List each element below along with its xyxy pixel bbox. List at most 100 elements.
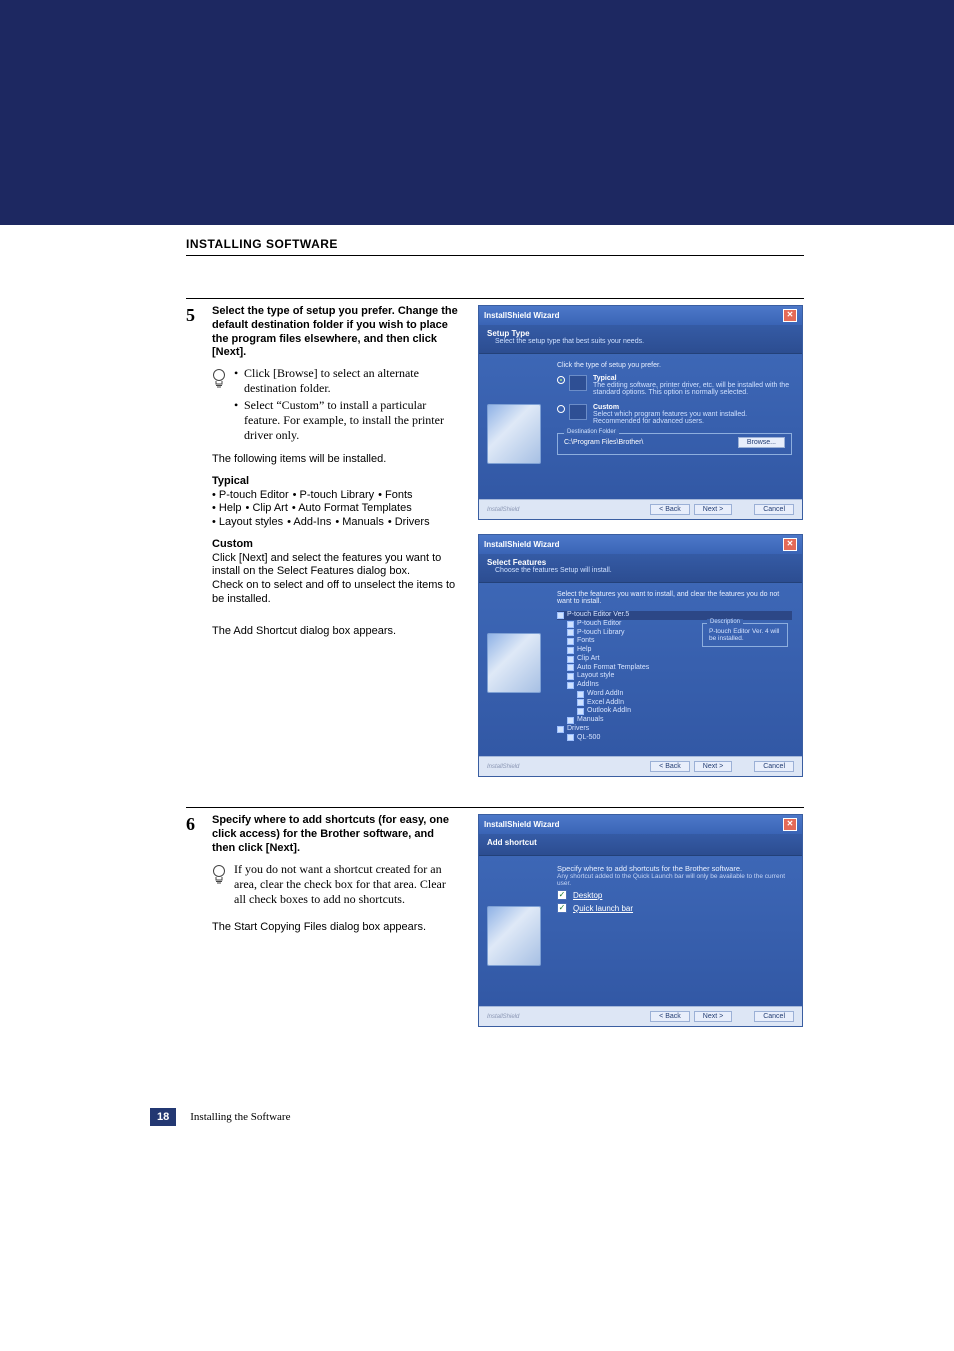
tip-line: Click [Browse] to select an alternate de… [244, 366, 460, 396]
feature-item: • Add-Ins [287, 516, 331, 530]
tree-node[interactable]: Drivers [557, 725, 792, 734]
next-button[interactable]: Next > [694, 1011, 732, 1022]
prompt-main: Specify where to add shortcuts for the B… [557, 864, 742, 873]
wizard-header-title: Setup Type [487, 329, 794, 338]
description-box: Description P-touch Editor Ver. 4 will b… [702, 623, 788, 647]
wizard-prompt: Click the type of setup you prefer. [557, 362, 792, 369]
step-body: Select the type of setup you prefer. Cha… [212, 305, 460, 777]
option-desc: The editing software, printer driver, et… [593, 382, 789, 396]
tree-node-label: Help [577, 646, 591, 655]
tree-node[interactable]: Excel AddIn [557, 699, 792, 708]
tree-node[interactable]: Clip Art [557, 655, 792, 664]
checkbox-label: Desktop [573, 891, 602, 900]
wizard-header-title: Add shortcut [487, 838, 794, 847]
cancel-button[interactable]: Cancel [754, 761, 794, 772]
wizard-side-graphic [487, 633, 541, 693]
setup-option-custom[interactable]: CustomSelect which program features you … [557, 404, 792, 425]
cancel-button[interactable]: Cancel [754, 504, 794, 515]
checkbox-on-icon: ✓ [557, 903, 567, 913]
checkbox-icon [557, 726, 564, 733]
close-icon[interactable]: ✕ [783, 818, 797, 831]
body-paragraph: The Add Shortcut dialog box appears. [212, 625, 460, 639]
titlebar: InstallShield Wizard ✕ [479, 306, 802, 325]
feature-item: • P-touch Library [293, 489, 375, 503]
checkbox-icon [567, 664, 574, 671]
checkbox-icon [567, 647, 574, 654]
feature-item: • Drivers [388, 516, 430, 530]
tree-node[interactable]: Auto Format Templates [557, 664, 792, 673]
setup-option-typical[interactable]: TypicalThe editing software, printer dri… [557, 375, 792, 396]
cancel-button[interactable]: Cancel [754, 1011, 794, 1022]
step-5: 5 Select the type of setup you prefer. C… [186, 298, 804, 777]
tip-block: •Click [Browse] to select an alternate d… [212, 366, 460, 445]
step-6: 6 Specify where to add shortcuts (for ea… [186, 807, 804, 1027]
option-title: Custom [593, 404, 619, 411]
tree-node-label: AddIns [577, 681, 599, 690]
checkbox-icon [577, 708, 584, 715]
brand-label: InstallShield [487, 507, 519, 513]
option-graphic-icon [569, 375, 587, 391]
step-body: Specify where to add shortcuts (for easy… [212, 814, 460, 1027]
checkbox-icon [567, 638, 574, 645]
brand-label: InstallShield [487, 1014, 519, 1020]
close-icon[interactable]: ✕ [783, 538, 797, 551]
tree-node-label: Drivers [567, 725, 589, 734]
wizard-header: Setup Type Select the setup type that be… [479, 325, 802, 354]
tree-node-label: Manuals [577, 716, 603, 725]
wizard-body: Select the features you want to install,… [479, 583, 802, 756]
tip-block: If you do not want a shortcut created fo… [212, 862, 460, 907]
tree-node[interactable]: Outlook AddIn [557, 707, 792, 716]
step-heading: Specify where to add shortcuts (for easy… [212, 814, 460, 855]
checkbox-label: Quick launch bar [573, 904, 633, 913]
feature-item: • Auto Format Templates [292, 502, 412, 516]
lightbulb-icon [212, 862, 234, 885]
next-button[interactable]: Next > [694, 761, 732, 772]
shortcut-option-desktop[interactable]: ✓ Desktop [557, 890, 792, 900]
radio-off-icon [557, 405, 565, 413]
tree-node-label: Word AddIn [587, 690, 623, 699]
checkbox-icon [577, 699, 584, 706]
feature-item: • Manuals [335, 516, 384, 530]
checkbox-icon [567, 656, 574, 663]
feature-line: • Help• Clip Art• Auto Format Templates [212, 502, 460, 516]
wizard-header-title: Select Features [487, 558, 794, 567]
tree-node[interactable]: P-touch Editor Ver.5 [557, 611, 792, 620]
wizard-footer: InstallShield < Back Next > Cancel [479, 499, 802, 519]
checkbox-icon [567, 673, 574, 680]
tree-node[interactable]: QL-500 [557, 734, 792, 743]
back-button[interactable]: < Back [650, 1011, 690, 1022]
tree-node-label: Clip Art [577, 655, 600, 664]
wizard-select-features: InstallShield Wizard ✕ Select Features C… [478, 534, 803, 777]
tree-node-label: Outlook AddIn [587, 707, 631, 716]
titlebar: InstallShield Wizard ✕ [479, 815, 802, 834]
checkbox-icon [567, 734, 574, 741]
feature-item: • Layout styles [212, 516, 283, 530]
tree-node[interactable]: Manuals [557, 716, 792, 725]
option-graphic-icon [569, 404, 587, 420]
wizard-add-shortcut: InstallShield Wizard ✕ Add shortcut Spec… [478, 814, 803, 1027]
window-title: InstallShield Wizard [484, 540, 560, 549]
wizard-footer: InstallShield < Back Next > Cancel [479, 756, 802, 776]
tree-node[interactable]: Word AddIn [557, 690, 792, 699]
browse-button[interactable]: Browse... [738, 437, 785, 448]
tree-node-label: P-touch Editor Ver.5 [567, 611, 629, 620]
checkbox-on-icon: ✓ [557, 890, 567, 900]
shortcut-option-quicklaunch[interactable]: ✓ Quick launch bar [557, 903, 792, 913]
close-icon[interactable]: ✕ [783, 309, 797, 322]
tree-node[interactable]: Layout style [557, 672, 792, 681]
wizard-prompt: Specify where to add shortcuts for the B… [557, 864, 792, 887]
page-footer: 18 Installing the Software [150, 1108, 290, 1126]
tree-node-label: Excel AddIn [587, 699, 624, 708]
wizard-side-graphic [487, 404, 541, 464]
next-button[interactable]: Next > [694, 504, 732, 515]
step-number: 6 [186, 814, 212, 1027]
radio-on-icon [557, 376, 565, 384]
tree-node[interactable]: Help [557, 646, 792, 655]
page-content: INSTALLING SOFTWARE 5 Select the type of… [0, 225, 954, 1027]
wizard-header-sub: Select the setup type that best suits yo… [487, 338, 794, 345]
back-button[interactable]: < Back [650, 761, 690, 772]
back-button[interactable]: < Back [650, 504, 690, 515]
tree-node[interactable]: AddIns [557, 681, 792, 690]
destination-path: C:\Program Files\Brother\ [564, 439, 643, 446]
step-number: 5 [186, 305, 212, 777]
